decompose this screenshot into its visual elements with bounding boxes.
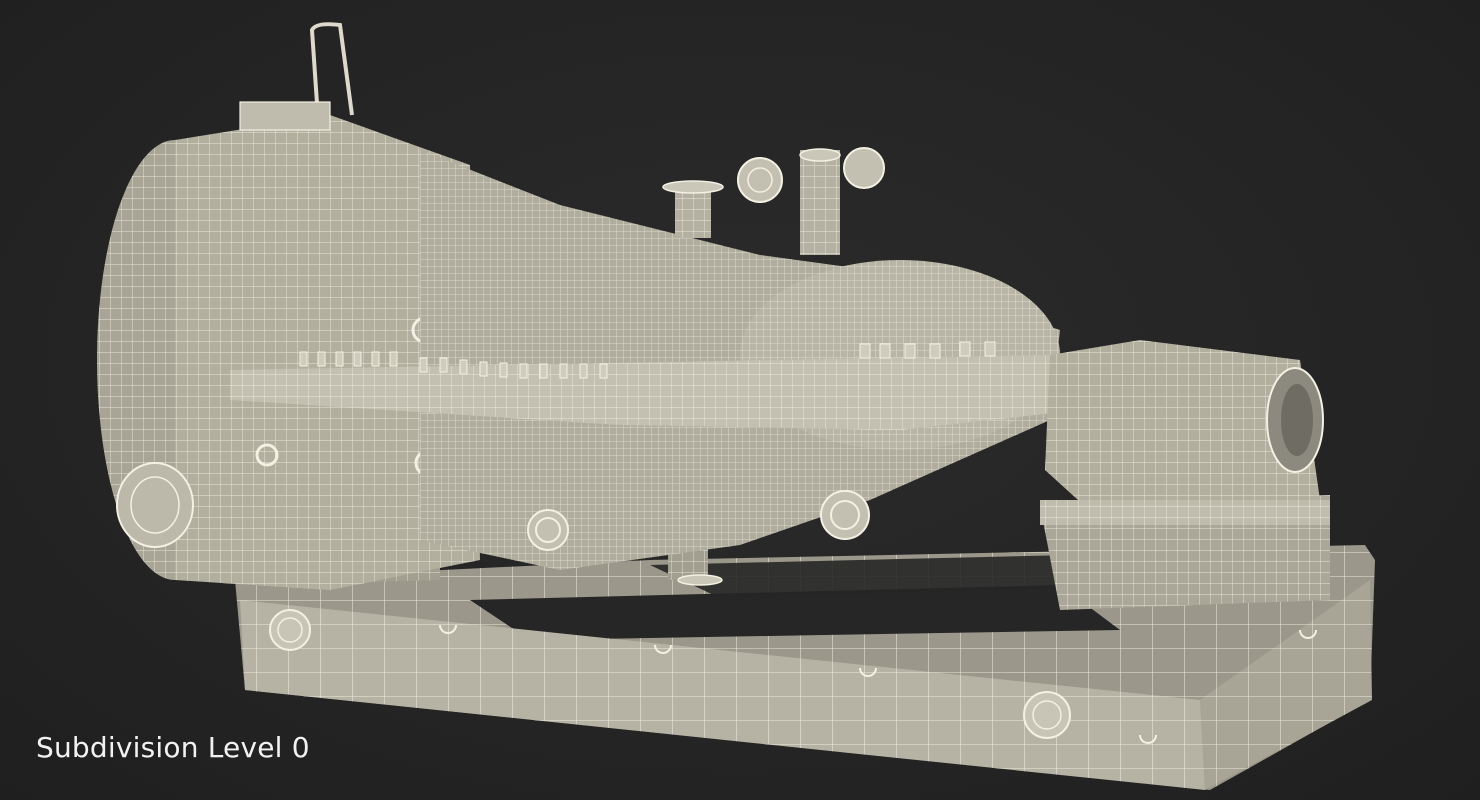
subdivision-level-caption: Subdivision Level 0 (36, 731, 310, 764)
render-viewport: Subdivision Level 0 (0, 0, 1480, 800)
turbine-wireframe-render (97, 22, 1375, 790)
bearing-housing (1040, 340, 1330, 525)
